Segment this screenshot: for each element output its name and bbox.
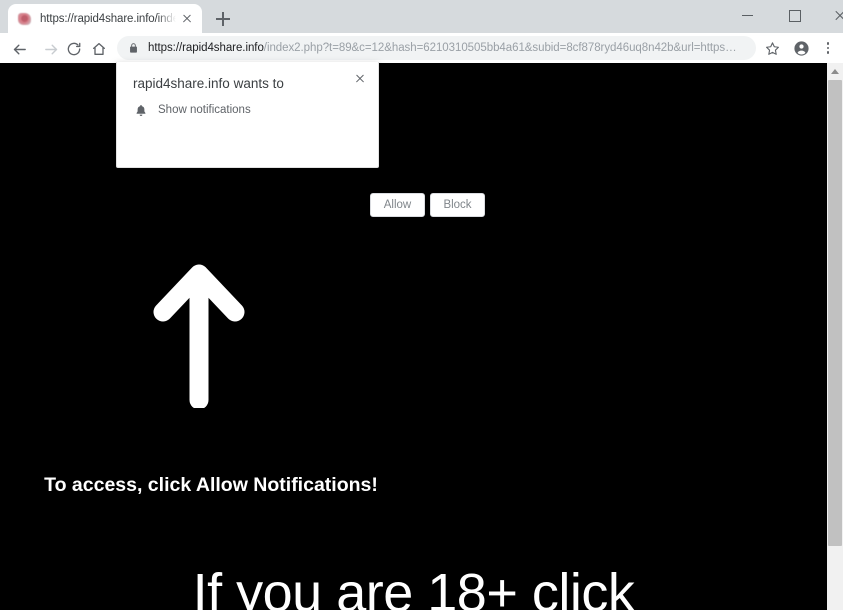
back-icon[interactable] bbox=[5, 35, 33, 63]
profile-avatar-icon[interactable] bbox=[789, 36, 813, 60]
new-tab-icon[interactable] bbox=[210, 8, 236, 30]
window-close-button[interactable] bbox=[818, 0, 843, 30]
page-heading-secondary: If you are 18+ click bbox=[192, 563, 635, 610]
maximize-button[interactable] bbox=[772, 0, 818, 30]
address-bar[interactable]: https://rapid4share.info/index2.php?t=89… bbox=[117, 36, 756, 60]
url-text: https://rapid4share.info/index2.php?t=89… bbox=[148, 42, 737, 54]
lock-icon bbox=[128, 42, 140, 54]
block-button[interactable]: Block bbox=[430, 193, 485, 217]
browser-window: https://rapid4share.info/index2.p bbox=[0, 0, 843, 610]
permission-label: Show notifications bbox=[158, 104, 251, 116]
browser-tab[interactable]: https://rapid4share.info/index2.p bbox=[8, 4, 202, 33]
site-favicon bbox=[17, 11, 33, 27]
scrollbar-up-arrow-icon[interactable] bbox=[827, 63, 843, 80]
overflow-menu-icon[interactable] bbox=[816, 36, 840, 60]
bookmark-star-icon[interactable] bbox=[760, 36, 784, 60]
bell-icon bbox=[133, 102, 149, 118]
tab-title: https://rapid4share.info/index2.p bbox=[40, 12, 176, 25]
minimize-button[interactable] bbox=[726, 0, 772, 30]
close-icon[interactable] bbox=[178, 10, 196, 28]
scrollbar-thumb[interactable] bbox=[828, 80, 842, 546]
tab-strip: https://rapid4share.info/index2.p bbox=[0, 0, 843, 33]
browser-toolbar: https://rapid4share.info/index2.php?t=89… bbox=[0, 33, 843, 63]
allow-button[interactable]: Allow bbox=[370, 193, 425, 217]
page-heading-primary: To access, click Allow Notifications! bbox=[44, 474, 378, 496]
url-host: https://rapid4share.info bbox=[148, 42, 264, 54]
home-icon[interactable] bbox=[85, 35, 113, 63]
arrow-up-icon bbox=[153, 260, 245, 410]
permission-row: Show notifications bbox=[133, 102, 251, 118]
url-path: /index2.php?t=89&c=12&hash=6210310505bb4… bbox=[263, 42, 737, 54]
page-scrollbar[interactable] bbox=[827, 63, 843, 610]
permission-dialog-title: rapid4share.info wants to bbox=[133, 76, 284, 91]
close-icon[interactable] bbox=[350, 68, 370, 88]
notification-permission-dialog: rapid4share.info wants to Show notificat… bbox=[116, 62, 485, 217]
reload-icon[interactable] bbox=[60, 35, 88, 63]
